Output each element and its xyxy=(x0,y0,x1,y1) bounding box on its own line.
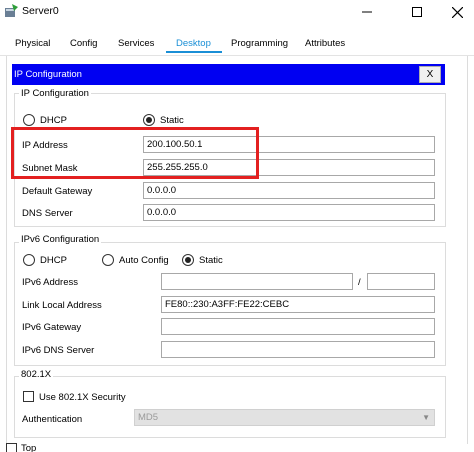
tab-config[interactable]: Config xyxy=(70,38,97,54)
tab-attributes[interactable]: Attributes xyxy=(305,38,345,54)
ipv6-dns-input[interactable] xyxy=(161,341,435,358)
ipv6-gateway-label: IPv6 Gateway xyxy=(22,322,82,333)
dns-server-input[interactable]: 0.0.0.0 xyxy=(143,204,435,221)
active-tab-indicator xyxy=(166,51,222,53)
ipv6-auto-config-radio[interactable] xyxy=(102,254,114,266)
tab-services[interactable]: Services xyxy=(118,38,154,54)
server-app-icon xyxy=(5,4,18,17)
ipv6-address-input[interactable] xyxy=(161,273,353,290)
close-icon xyxy=(451,6,463,18)
maximize-icon xyxy=(412,7,422,17)
top-label: Top xyxy=(21,443,37,452)
title-bar: Server0 xyxy=(0,0,474,24)
highlight-box xyxy=(11,127,259,179)
panel-title: IP Configuration xyxy=(14,69,82,80)
authentication-value: MD5 xyxy=(138,412,159,423)
ipv6-static-label: Static xyxy=(199,255,223,266)
ipv4-dhcp-radio[interactable] xyxy=(23,114,35,126)
ipv6-prefix-input[interactable] xyxy=(367,273,435,290)
ipv4-dhcp-label: DHCP xyxy=(40,115,67,126)
dot1x-group xyxy=(14,376,446,438)
ipv6-address-label: IPv6 Address xyxy=(22,277,78,288)
prefix-separator: / xyxy=(358,277,361,288)
minimize-button[interactable] xyxy=(350,0,384,24)
maximize-button[interactable] xyxy=(400,0,434,24)
default-gateway-label: Default Gateway xyxy=(22,186,93,197)
authentication-select[interactable]: MD5 ▼ xyxy=(134,409,435,426)
use-8021x-label: Use 802.1X Security xyxy=(39,392,126,403)
tab-physical[interactable]: Physical xyxy=(15,38,50,54)
ipv4-static-label: Static xyxy=(160,115,184,126)
ipv4-static-radio[interactable] xyxy=(143,114,155,126)
panel-close-button[interactable]: X xyxy=(419,66,441,83)
top-checkbox[interactable] xyxy=(6,443,17,452)
ipv6-dns-label: IPv6 DNS Server xyxy=(22,345,95,356)
ip-config-header: IP Configuration xyxy=(12,64,445,85)
dns-server-label: DNS Server xyxy=(22,208,73,219)
authentication-label: Authentication xyxy=(22,414,83,425)
link-local-label: Link Local Address xyxy=(22,300,102,311)
ipv6-group-title: IPv6 Configuration xyxy=(19,234,102,245)
ipv6-dhcp-radio[interactable] xyxy=(23,254,35,266)
default-gateway-input[interactable]: 0.0.0.0 xyxy=(143,182,435,199)
minimize-icon xyxy=(362,11,372,13)
ipv4-group-title: IP Configuration xyxy=(19,88,91,99)
dot1x-group-title: 802.1X xyxy=(19,369,54,380)
use-8021x-checkbox[interactable] xyxy=(23,391,34,402)
ipv6-static-radio[interactable] xyxy=(182,254,194,266)
ipv6-auto-config-label: Auto Config xyxy=(119,255,169,266)
chevron-down-icon: ▼ xyxy=(422,413,430,422)
window-title: Server0 xyxy=(22,5,59,17)
ipv6-gateway-input[interactable] xyxy=(161,318,435,335)
tab-programming[interactable]: Programming xyxy=(231,38,288,54)
tab-bar: Physical Config Services Desktop Program… xyxy=(0,33,474,55)
link-local-input[interactable]: FE80::230:A3FF:FE22:CEBC xyxy=(161,296,435,313)
ipv6-dhcp-label: DHCP xyxy=(40,255,67,266)
close-window-button[interactable] xyxy=(440,0,474,24)
